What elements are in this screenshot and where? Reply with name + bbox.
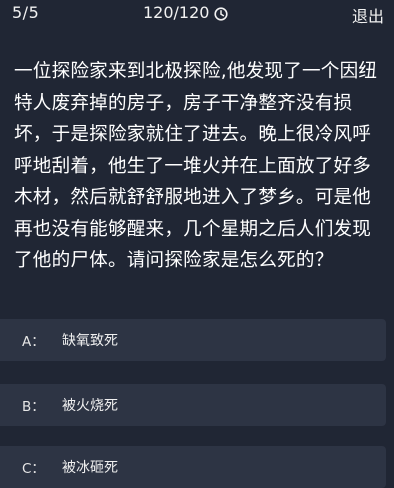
option-label: 缺氧致死 — [62, 333, 118, 349]
option-letter: C： — [22, 461, 45, 477]
countdown-timer: 120/120 — [143, 3, 229, 22]
clock-icon — [214, 6, 229, 21]
question-text: 一位探险家来到北极探险,他发现了一个因纽特人废弃掉的房子，房子干净整齐没有损坏，… — [14, 61, 378, 271]
top-bar: 5/5 120/120 退出 — [0, 0, 394, 26]
option-c-button[interactable]: C： 被冰砸死 — [0, 446, 386, 488]
option-a-button[interactable]: A： 缺氧致死 — [0, 319, 386, 361]
option-label: 被冰砸死 — [62, 460, 118, 476]
option-letter: A： — [22, 334, 45, 350]
option-letter: B： — [22, 399, 45, 415]
question-progress: 5/5 — [12, 3, 40, 22]
exit-button[interactable]: 退出 — [352, 3, 384, 27]
option-b-button[interactable]: B： 被火烧死 — [0, 384, 386, 426]
option-label: 被火烧死 — [62, 398, 118, 414]
timer-value: 120/120 — [143, 3, 210, 22]
